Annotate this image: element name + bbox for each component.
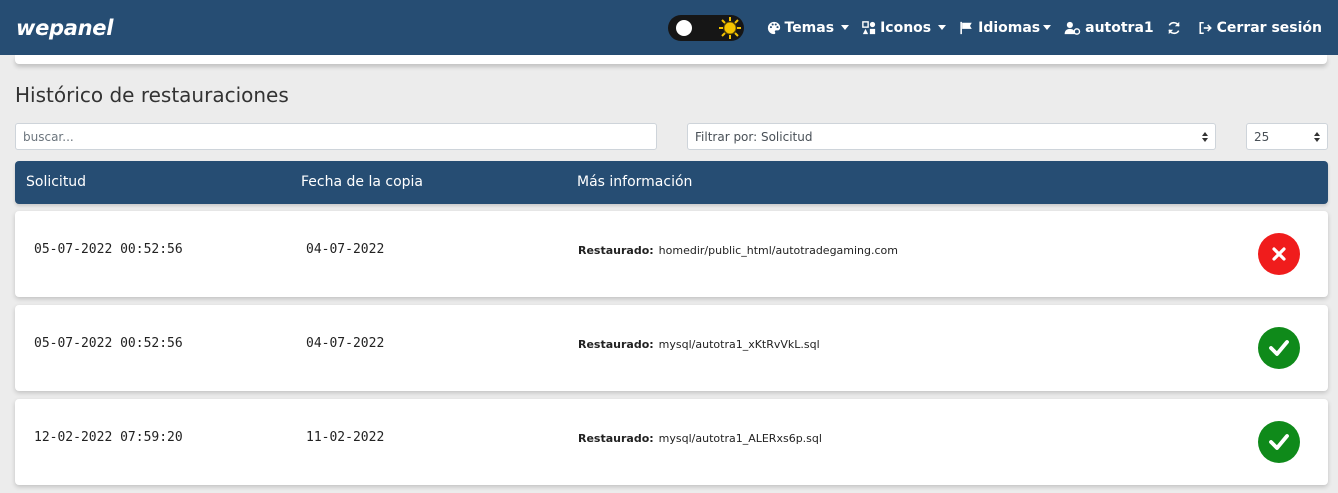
- top-card: [15, 55, 1327, 64]
- cell-fecha: 04-07-2022: [306, 242, 385, 257]
- flag-icon: [960, 21, 972, 34]
- cell-fecha: 04-07-2022: [306, 336, 385, 351]
- info-value: mysql/autotra1_xKtRvVkL.sql: [658, 338, 820, 351]
- chevron-down-icon: [1043, 25, 1052, 30]
- close-icon: [1272, 247, 1286, 261]
- filter-select-value: Filtrar por: Solicitud: [695, 129, 813, 144]
- page-size-select[interactable]: 25: [1246, 123, 1328, 150]
- column-header-info[interactable]: Más información: [577, 174, 692, 190]
- status-error-badge: [1258, 233, 1300, 275]
- page-size-value: 25: [1254, 129, 1270, 144]
- toggle-knob: [675, 19, 692, 36]
- brand-logo[interactable]: wepanel: [16, 16, 113, 40]
- info-label: Restaurado:: [578, 338, 654, 351]
- info-value: homedir/public_html/autotradegaming.com: [658, 244, 899, 257]
- info-label: Restaurado:: [578, 244, 654, 257]
- status-ok-badge: [1258, 327, 1300, 369]
- sun-icon: [718, 16, 741, 39]
- page-title: Histórico de restauraciones: [15, 83, 289, 107]
- logout-label: Cerrar sesión: [1216, 19, 1322, 36]
- cell-info: Restaurado: homedir/public_html/autotrade…: [578, 244, 898, 257]
- nav-iconos[interactable]: Iconos: [862, 19, 947, 36]
- info-label: Restaurado:: [578, 432, 654, 445]
- logout-button[interactable]: Cerrar sesión: [1198, 20, 1322, 36]
- filter-select[interactable]: Filtrar por: Solicitud: [687, 123, 1216, 150]
- navbar: wepanel Temas Iconos Idiomas autotra1 Ce…: [0, 0, 1338, 55]
- user-cog-icon: [1064, 21, 1081, 35]
- search-input[interactable]: [15, 123, 657, 150]
- column-header-fecha[interactable]: Fecha de la copia: [301, 174, 423, 190]
- table-row: 05-07-2022 00:52:56 04-07-2022 Restaurad…: [15, 211, 1328, 297]
- chevron-down-icon: [841, 25, 850, 30]
- check-icon: [1269, 434, 1289, 450]
- nav-user-label: autotra1: [1085, 19, 1154, 36]
- palette-icon: [767, 21, 780, 34]
- nav-iconos-label: Iconos: [880, 19, 932, 36]
- nav-temas[interactable]: Temas: [767, 20, 850, 36]
- chevron-down-icon: [938, 25, 947, 30]
- column-header-solicitud[interactable]: Solicitud: [26, 174, 86, 190]
- select-arrows-icon: [1314, 131, 1320, 142]
- nav-right: Temas Iconos Idiomas autotra1 Cerrar ses…: [667, 0, 1322, 55]
- cell-solicitud: 12-02-2022 07:59:20: [34, 430, 183, 445]
- cell-info: Restaurado: mysql/autotra1_ALERxs6p.sql: [578, 432, 822, 445]
- cell-solicitud: 05-07-2022 00:52:56: [34, 336, 183, 351]
- info-value: mysql/autotra1_ALERxs6p.sql: [658, 432, 822, 445]
- cell-solicitud: 05-07-2022 00:52:56: [34, 242, 183, 257]
- cell-info: Restaurado: mysql/autotra1_xKtRvVkL.sql: [578, 338, 820, 351]
- table-row: 12-02-2022 07:59:20 11-02-2022 Restaurad…: [15, 399, 1328, 485]
- status-ok-badge: [1258, 421, 1300, 463]
- table-row: 05-07-2022 00:52:56 04-07-2022 Restaurad…: [15, 305, 1328, 391]
- cell-fecha: 11-02-2022: [306, 430, 385, 445]
- nav-idiomas-label: Idiomas: [978, 19, 1041, 36]
- refresh-icon: [1168, 21, 1180, 34]
- check-icon: [1269, 340, 1289, 356]
- table-header: Solicitud Fecha de la copia Más informac…: [15, 161, 1328, 204]
- select-arrows-icon: [1202, 131, 1208, 142]
- theme-toggle[interactable]: [667, 14, 744, 41]
- sign-out-icon: [1199, 21, 1212, 34]
- nav-user[interactable]: autotra1: [1064, 20, 1154, 36]
- refresh-button[interactable]: [1167, 21, 1185, 35]
- nav-idiomas[interactable]: Idiomas: [959, 19, 1052, 36]
- nav-temas-label: Temas: [784, 19, 835, 36]
- icons-icon: [862, 20, 876, 34]
